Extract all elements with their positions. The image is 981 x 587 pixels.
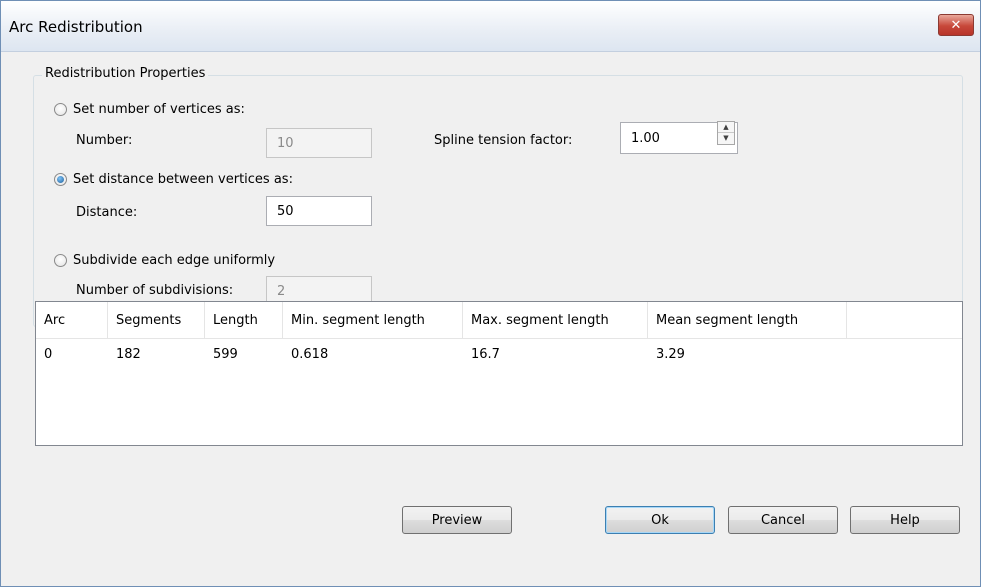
- radio-subdivide[interactable]: Subdivide each edge uniformly: [54, 253, 275, 268]
- radio-set-vertices[interactable]: Set number of vertices as:: [54, 102, 245, 117]
- radio-indicator-checked[interactable]: [54, 173, 67, 186]
- help-button[interactable]: Help: [850, 506, 960, 534]
- ok-button[interactable]: Ok: [605, 506, 715, 534]
- column-header-arc[interactable]: Arc: [36, 302, 108, 338]
- column-header-min-segment[interactable]: Min. segment length: [283, 302, 463, 338]
- cell-min-segment: 0.618: [291, 347, 329, 362]
- cell-arc: 0: [44, 347, 53, 362]
- column-header-max-segment[interactable]: Max. segment length: [463, 302, 648, 338]
- cell-mean-segment: 3.29: [656, 347, 685, 362]
- radio-indicator[interactable]: [54, 254, 67, 267]
- cell-length: 599: [213, 347, 238, 362]
- radio-indicator[interactable]: [54, 103, 67, 116]
- spline-tension-label: Spline tension factor:: [434, 133, 573, 148]
- cell-segments: 182: [116, 347, 141, 362]
- number-label: Number:: [76, 133, 133, 148]
- column-header-mean-segment[interactable]: Mean segment length: [648, 302, 847, 338]
- arc-redistribution-dialog: Arc Redistribution ✕ Redistribution Prop…: [0, 0, 981, 587]
- window-title: Arc Redistribution: [9, 18, 143, 36]
- distance-label: Distance:: [76, 205, 138, 220]
- close-button[interactable]: ✕: [938, 14, 974, 36]
- preview-button[interactable]: Preview: [402, 506, 512, 534]
- cancel-button[interactable]: Cancel: [728, 506, 838, 534]
- redistribution-properties-group: Redistribution Properties Set number of …: [33, 66, 963, 327]
- column-header-segments[interactable]: Segments: [108, 302, 205, 338]
- radio-set-distance[interactable]: Set distance between vertices as:: [54, 172, 293, 187]
- arc-stats-table: Arc Segments Length Min. segment length …: [35, 301, 963, 446]
- spin-up-icon[interactable]: ▲: [718, 122, 734, 133]
- subdivisions-label: Number of subdivisions:: [76, 283, 234, 298]
- spin-down-icon[interactable]: ▼: [718, 133, 734, 143]
- set-vertices-label: Set number of vertices as:: [73, 102, 245, 117]
- cell-max-segment: 16.7: [471, 347, 500, 362]
- distance-input[interactable]: 50: [266, 196, 372, 226]
- title-bar: Arc Redistribution ✕: [1, 1, 980, 52]
- table-header: Arc Segments Length Min. segment length …: [36, 302, 962, 339]
- spline-tension-spinner[interactable]: ▲ ▼: [717, 121, 735, 145]
- set-distance-label: Set distance between vertices as:: [73, 172, 293, 187]
- number-input[interactable]: 10: [266, 128, 372, 158]
- column-header-length[interactable]: Length: [205, 302, 283, 338]
- subdivide-label: Subdivide each edge uniformly: [73, 253, 276, 268]
- group-legend: Redistribution Properties: [42, 66, 209, 81]
